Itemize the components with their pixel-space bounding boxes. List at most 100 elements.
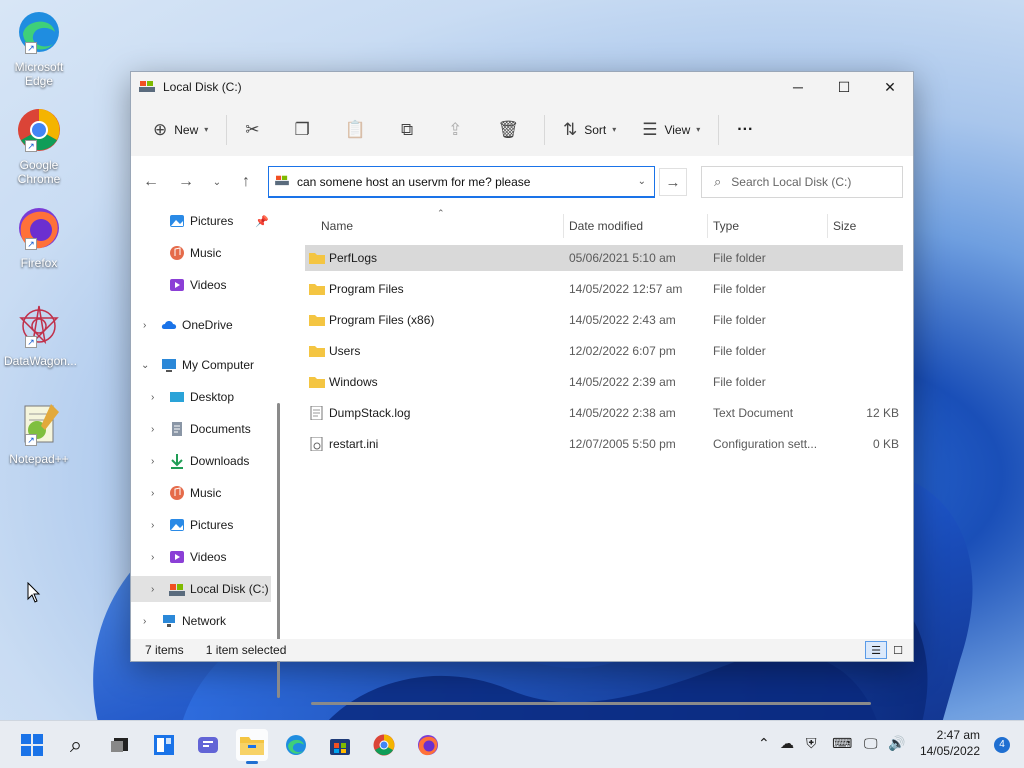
delete-button[interactable]: 🗑 (489, 114, 534, 146)
chevron-right-icon[interactable]: › (143, 616, 146, 627)
desktop-icon-notepadpp[interactable]: ↗ Notepad++ (4, 400, 74, 466)
toolbar-divider (226, 114, 228, 145)
desktop-icon-chrome[interactable]: ↗ Google Chrome (4, 106, 74, 186)
maximize-button[interactable]: ☐ (821, 72, 867, 102)
back-button[interactable]: ← (137, 168, 165, 196)
taskbar-edge-button[interactable] (280, 729, 312, 761)
sidebar-item-my-computer[interactable]: ⌄ My Computer (131, 352, 271, 378)
address-input[interactable] (297, 174, 627, 189)
desktop-icon-edge[interactable]: ↗ Microsoft Edge (4, 8, 74, 88)
downloads-icon (169, 453, 185, 469)
sidebar-item-onedrive[interactable]: › OneDrive (131, 312, 271, 338)
copy-button[interactable]: ❐ (287, 114, 325, 146)
shortcut-arrow-icon: ↗ (25, 140, 37, 152)
chrome-icon (373, 734, 395, 756)
desktop-icon-datawagon[interactable]: ↗ DataWagon... (4, 302, 77, 368)
toolbar-divider (543, 114, 545, 145)
file-row[interactable]: DumpStack.log 14/05/2022 2:38 am Text Do… (305, 400, 903, 426)
chevron-down-icon[interactable]: ⌄ (141, 360, 149, 371)
sidebar-item-music-quick[interactable]: Music (131, 240, 271, 266)
task-view-button[interactable] (104, 729, 136, 761)
file-row[interactable]: restart.ini 12/07/2005 5:50 pm Configura… (305, 431, 903, 457)
status-bar: 7 items 1 item selected (131, 639, 913, 661)
rename-button[interactable]: ⧉ (393, 114, 428, 146)
minimize-button[interactable]: ─ (775, 72, 821, 102)
recent-locations-button[interactable]: ⌄ (203, 168, 231, 196)
go-button[interactable]: → (659, 168, 687, 196)
sidebar-item-desktop[interactable]: › Desktop (131, 384, 271, 410)
chevron-right-icon[interactable]: › (151, 520, 154, 531)
search-icon: ⌕ (69, 732, 83, 757)
start-button[interactable] (16, 729, 48, 761)
details-view-button[interactable]: ☰ (865, 641, 887, 659)
chevron-right-icon[interactable]: › (151, 488, 154, 499)
sidebar-item-videos-quick[interactable]: Videos (131, 272, 271, 298)
column-header-name[interactable]: Name (321, 219, 353, 233)
close-button[interactable]: ✕ (867, 72, 913, 102)
up-button[interactable]: ↑ (232, 168, 260, 196)
security-shield-icon[interactable]: ⛨ (806, 735, 817, 752)
column-divider[interactable] (707, 214, 708, 238)
file-row[interactable]: Program Files 14/05/2022 12:57 am File f… (305, 276, 903, 302)
chevron-right-icon[interactable]: › (151, 552, 154, 563)
store-icon (330, 739, 350, 755)
file-row[interactable]: Windows 14/05/2022 2:39 am File folder (305, 369, 903, 395)
column-divider[interactable] (563, 214, 564, 238)
column-header-size[interactable]: Size (833, 219, 856, 233)
chevron-right-icon[interactable]: › (151, 424, 154, 435)
sidebar-item-network[interactable]: › Network (131, 608, 271, 634)
sidebar-item-downloads[interactable]: › Downloads (131, 448, 271, 474)
chat-button[interactable] (192, 729, 224, 761)
paste-button[interactable]: 📋 (337, 114, 381, 146)
store-button[interactable] (324, 729, 356, 761)
column-header-type[interactable]: Type (713, 219, 739, 233)
show-hidden-icons-button[interactable]: ⌃ (758, 735, 770, 752)
more-options-button[interactable]: ··· (729, 114, 761, 146)
notification-badge[interactable]: 4 (994, 737, 1010, 753)
shortcut-arrow-icon: ↗ (25, 238, 37, 250)
address-bar[interactable]: ⌄ (268, 166, 655, 198)
horizontal-scrollbar[interactable] (311, 702, 871, 705)
sidebar-item-pictures[interactable]: › Pictures (131, 512, 271, 538)
config-file-icon (309, 436, 325, 452)
volume-icon[interactable]: 🔊 (888, 735, 905, 752)
sidebar-item-music[interactable]: › Music (131, 480, 271, 506)
column-header-date[interactable]: Date modified (569, 219, 643, 233)
firefox-icon (418, 735, 438, 756)
chevron-right-icon[interactable]: › (151, 456, 154, 467)
file-row[interactable]: Program Files (x86) 14/05/2022 2:43 am F… (305, 307, 903, 333)
onedrive-icon (161, 317, 177, 333)
cut-button[interactable]: ✂ (237, 114, 274, 146)
drive-icon (275, 174, 289, 189)
desktop-icon-firefox[interactable]: ↗ Firefox (4, 204, 74, 270)
search-box[interactable]: ⌕ Search Local Disk (C:) (701, 166, 903, 198)
file-row[interactable]: Users 12/02/2022 6:07 pm File folder (305, 338, 903, 364)
view-button[interactable]: ☰ View ▾ (634, 114, 708, 146)
new-button[interactable]: ⊕ New ▾ (145, 114, 216, 146)
widgets-button[interactable] (148, 729, 180, 761)
chevron-down-icon: ⌄ (212, 176, 222, 188)
chevron-right-icon[interactable]: › (151, 392, 154, 403)
file-row[interactable]: PerfLogs 05/06/2021 5:10 am File folder (305, 245, 903, 271)
column-divider[interactable] (827, 214, 828, 238)
chevron-right-icon[interactable]: › (143, 320, 146, 331)
tiles-view-button[interactable]: ☐ (887, 641, 909, 659)
arrow-right-icon: → (665, 173, 681, 191)
sort-button[interactable]: ⇅ Sort ▾ (555, 114, 624, 146)
taskbar-firefox-button[interactable] (412, 729, 444, 761)
network-status-icon[interactable]: 🖵 (864, 735, 878, 752)
taskbar-chrome-button[interactable] (368, 729, 400, 761)
clock[interactable]: 2:47 am 14/05/2022 (920, 727, 980, 759)
search-button[interactable]: ⌕ (60, 729, 92, 761)
sidebar-item-documents[interactable]: › Documents (131, 416, 271, 442)
forward-button[interactable]: → (172, 168, 200, 196)
sidebar-item-videos[interactable]: › Videos (131, 544, 271, 570)
onedrive-offline-icon[interactable]: ☁ (780, 735, 794, 752)
share-button[interactable]: ⇪ (440, 114, 477, 146)
sidebar-item-local-disk[interactable]: › Local Disk (C:) (131, 576, 271, 602)
chevron-down-icon[interactable]: ⌄ (638, 176, 646, 187)
chevron-right-icon[interactable]: › (151, 584, 154, 595)
keyboard-icon[interactable]: ⌨ (832, 735, 852, 752)
file-explorer-button[interactable] (236, 729, 268, 764)
sidebar-item-pictures-quick[interactable]: Pictures 📌 (131, 208, 271, 234)
